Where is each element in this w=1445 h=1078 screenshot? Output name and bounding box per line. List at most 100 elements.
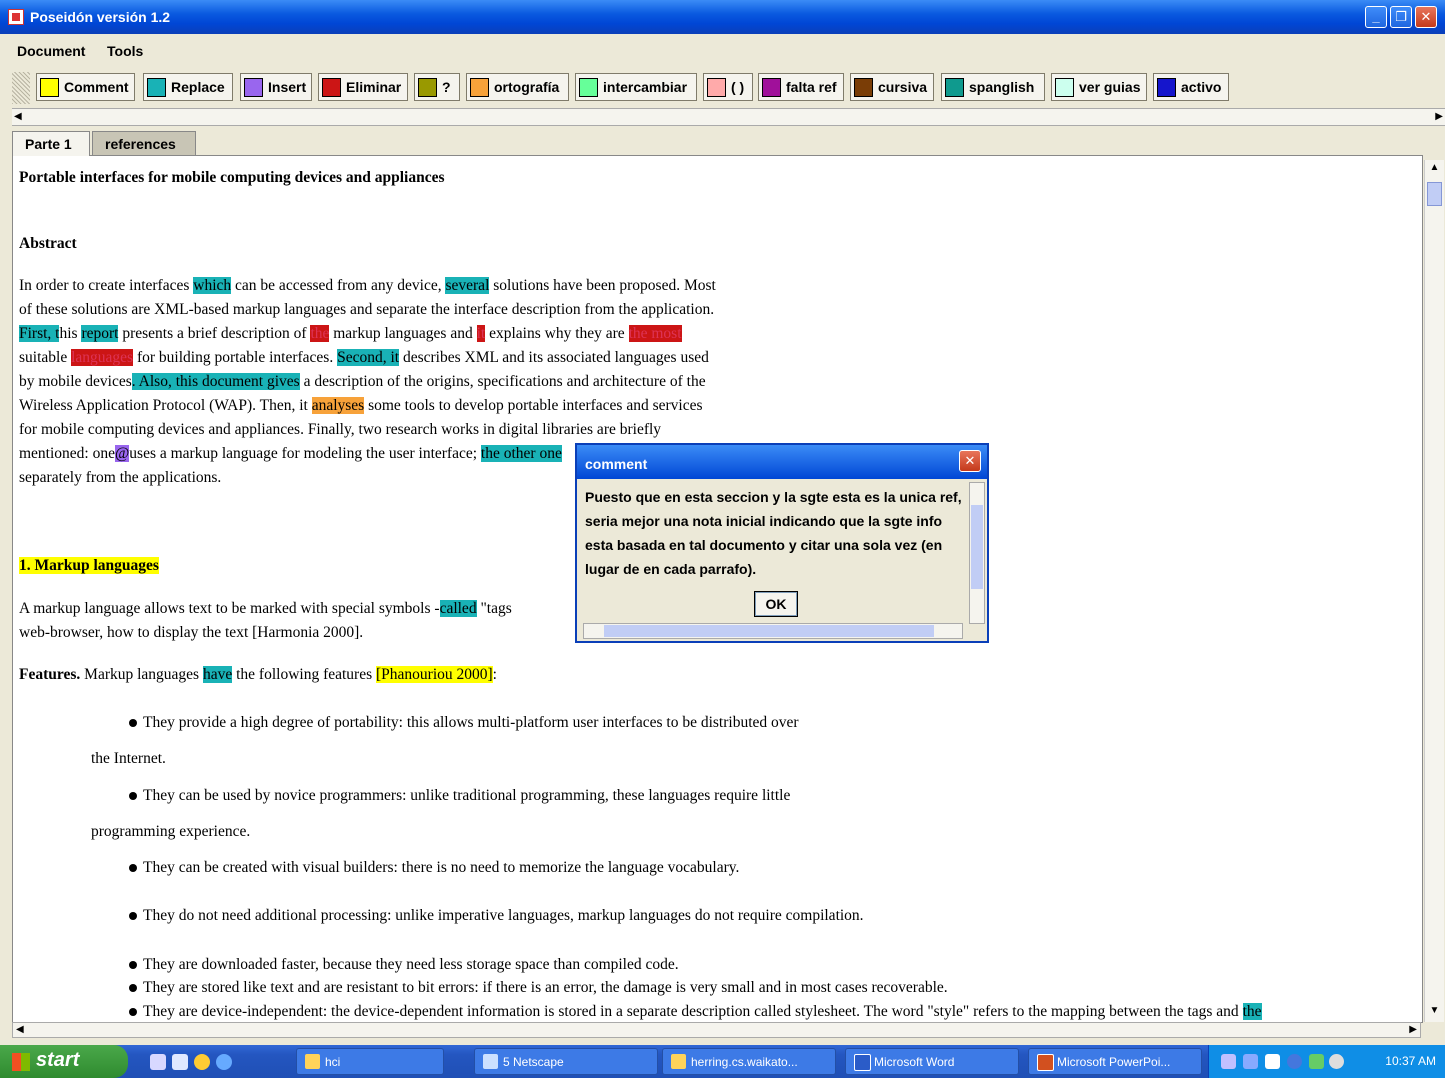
- replace-button[interactable]: Replace: [143, 73, 233, 101]
- network-icon[interactable]: [1309, 1054, 1324, 1069]
- paragraph-line: First, this report presents a brief desc…: [19, 325, 682, 342]
- task-herring[interactable]: herring.cs.waikato...: [662, 1048, 836, 1075]
- scroll-right-icon[interactable]: ▶: [1409, 1024, 1417, 1035]
- browser-icon[interactable]: [216, 1054, 232, 1070]
- bullet-icon: [129, 719, 137, 728]
- show-desktop-icon[interactable]: [172, 1054, 188, 1070]
- list-item-continuation: the Internet.: [91, 750, 166, 767]
- vertical-scrollbar[interactable]: ▲ ▼: [1424, 160, 1444, 1022]
- toolbar-grip[interactable]: [12, 72, 30, 104]
- scroll-left-icon[interactable]: ◀: [14, 111, 22, 122]
- paragraph-line: mentioned: one@uses a markup language fo…: [19, 445, 562, 462]
- scroll-left-icon[interactable]: ◀: [16, 1024, 24, 1035]
- abstract-heading: Abstract: [19, 235, 77, 252]
- swatch-icon: [945, 77, 964, 97]
- clock: 10:37 AM: [1385, 1054, 1436, 1068]
- taskbar: start hci 5 Netscape herring.cs.waikato.…: [0, 1045, 1445, 1078]
- swatch-icon: [854, 77, 873, 97]
- scroll-down-icon[interactable]: ▼: [1427, 1005, 1442, 1016]
- toolbar-scrollbar[interactable]: ◀ ▶: [12, 108, 1445, 126]
- word-icon: [854, 1054, 871, 1071]
- swatch-icon: [1055, 77, 1074, 97]
- folder-icon: [671, 1054, 686, 1069]
- bullet-icon: [129, 961, 137, 970]
- ver-guias-button[interactable]: ver guias: [1051, 73, 1147, 101]
- button-label: spanglish: [969, 79, 1035, 95]
- comment-text: Puesto que en esta seccion y la sgte est…: [585, 489, 962, 577]
- button-label: Insert: [268, 79, 307, 95]
- eliminar-button[interactable]: Eliminar: [318, 73, 408, 101]
- button-label: ( ): [731, 79, 745, 95]
- start-button[interactable]: start: [0, 1045, 128, 1078]
- comment-button[interactable]: Comment: [36, 73, 135, 101]
- list-item: They can be used by novice programmers: …: [129, 787, 790, 805]
- start-label: start: [36, 1049, 80, 1071]
- insert-button[interactable]: Insert: [240, 73, 312, 101]
- maximize-button[interactable]: ❐: [1390, 6, 1412, 28]
- falta-ref-button[interactable]: falta ref: [758, 73, 844, 101]
- paragraph-line: web-browser, how to display the text [Ha…: [19, 624, 364, 641]
- paragraph-line: for mobile computing devices and applian…: [19, 421, 662, 438]
- list-item: They are stored like text and are resist…: [129, 979, 948, 997]
- menu-document[interactable]: Document: [17, 43, 85, 59]
- scroll-thumb[interactable]: [971, 505, 983, 589]
- swatch-icon: [40, 77, 59, 97]
- button-label: Comment: [64, 79, 129, 95]
- menu-tools[interactable]: Tools: [107, 43, 143, 59]
- list-item: They provide a high degree of portabilit…: [129, 714, 799, 732]
- parentheses-button[interactable]: ( ): [703, 73, 753, 101]
- bullet-icon: [129, 912, 137, 921]
- task-powerpoint[interactable]: Microsoft PowerPoi...: [1028, 1048, 1202, 1075]
- volume-icon[interactable]: [1329, 1054, 1344, 1069]
- intercambiar-button[interactable]: intercambiar: [575, 73, 697, 101]
- spanglish-button[interactable]: spanglish: [941, 73, 1045, 101]
- comment-dialog: comment ✕ Puesto que en esta seccion y l…: [575, 443, 989, 643]
- folder-icon: [305, 1054, 320, 1069]
- task-word[interactable]: Microsoft Word: [845, 1048, 1019, 1075]
- dialog-close-button[interactable]: ✕: [959, 450, 981, 472]
- quicklaunch-icon[interactable]: [150, 1054, 166, 1070]
- dialog-vertical-scrollbar[interactable]: [969, 482, 985, 624]
- netscape-icon: [483, 1054, 498, 1069]
- list-item: They are device-independent: the device-…: [129, 1003, 1262, 1021]
- list-item: They do not need additional processing: …: [129, 907, 864, 925]
- list-item: They can be created with visual builders…: [129, 859, 739, 877]
- swatch-icon: [470, 77, 489, 97]
- dialog-horizontal-scrollbar[interactable]: [583, 623, 963, 639]
- scroll-thumb[interactable]: [1427, 182, 1442, 206]
- swatch-icon: [762, 77, 781, 97]
- task-hci[interactable]: hci: [296, 1048, 444, 1075]
- scroll-up-icon[interactable]: ▲: [1427, 162, 1442, 173]
- button-label: ?: [442, 79, 451, 95]
- tray-icon[interactable]: [1221, 1054, 1236, 1069]
- section-heading: 1. Markup languages: [19, 557, 159, 574]
- tab-parte-1[interactable]: Parte 1: [12, 131, 90, 156]
- powerpoint-icon: [1037, 1054, 1054, 1071]
- cursiva-button[interactable]: cursiva: [850, 73, 934, 101]
- list-item-continuation: programming experience.: [91, 823, 251, 840]
- button-label: falta ref: [786, 79, 837, 95]
- ortografia-button[interactable]: ortografía: [466, 73, 569, 101]
- menu-bar: Document Tools: [0, 40, 1445, 62]
- media-player-icon[interactable]: [194, 1054, 210, 1070]
- scroll-thumb[interactable]: [604, 625, 934, 637]
- button-label: Replace: [171, 79, 225, 95]
- close-button[interactable]: ✕: [1415, 6, 1437, 28]
- scroll-right-icon[interactable]: ▶: [1435, 111, 1443, 122]
- tab-references[interactable]: references: [92, 131, 196, 155]
- tray-icon[interactable]: [1287, 1054, 1302, 1069]
- task-netscape[interactable]: 5 Netscape: [474, 1048, 658, 1075]
- ok-button[interactable]: OK: [754, 591, 798, 617]
- button-label: cursiva: [878, 79, 928, 95]
- button-label: activo: [1181, 79, 1222, 95]
- minimize-button[interactable]: _: [1365, 6, 1387, 28]
- windows-flag-icon: [12, 1053, 30, 1071]
- help-icon[interactable]: [1265, 1054, 1280, 1069]
- question-button[interactable]: ?: [414, 73, 460, 101]
- paragraph-line: Wireless Application Protocol (WAP). The…: [19, 397, 703, 414]
- toolbar: Comment Replace Insert Eliminar ? ortogr…: [0, 68, 1445, 106]
- swatch-icon: [147, 77, 166, 97]
- activo-button[interactable]: activo: [1153, 73, 1229, 101]
- tray-icon[interactable]: [1243, 1054, 1258, 1069]
- horizontal-scrollbar[interactable]: ◀ ▶: [12, 1022, 1421, 1038]
